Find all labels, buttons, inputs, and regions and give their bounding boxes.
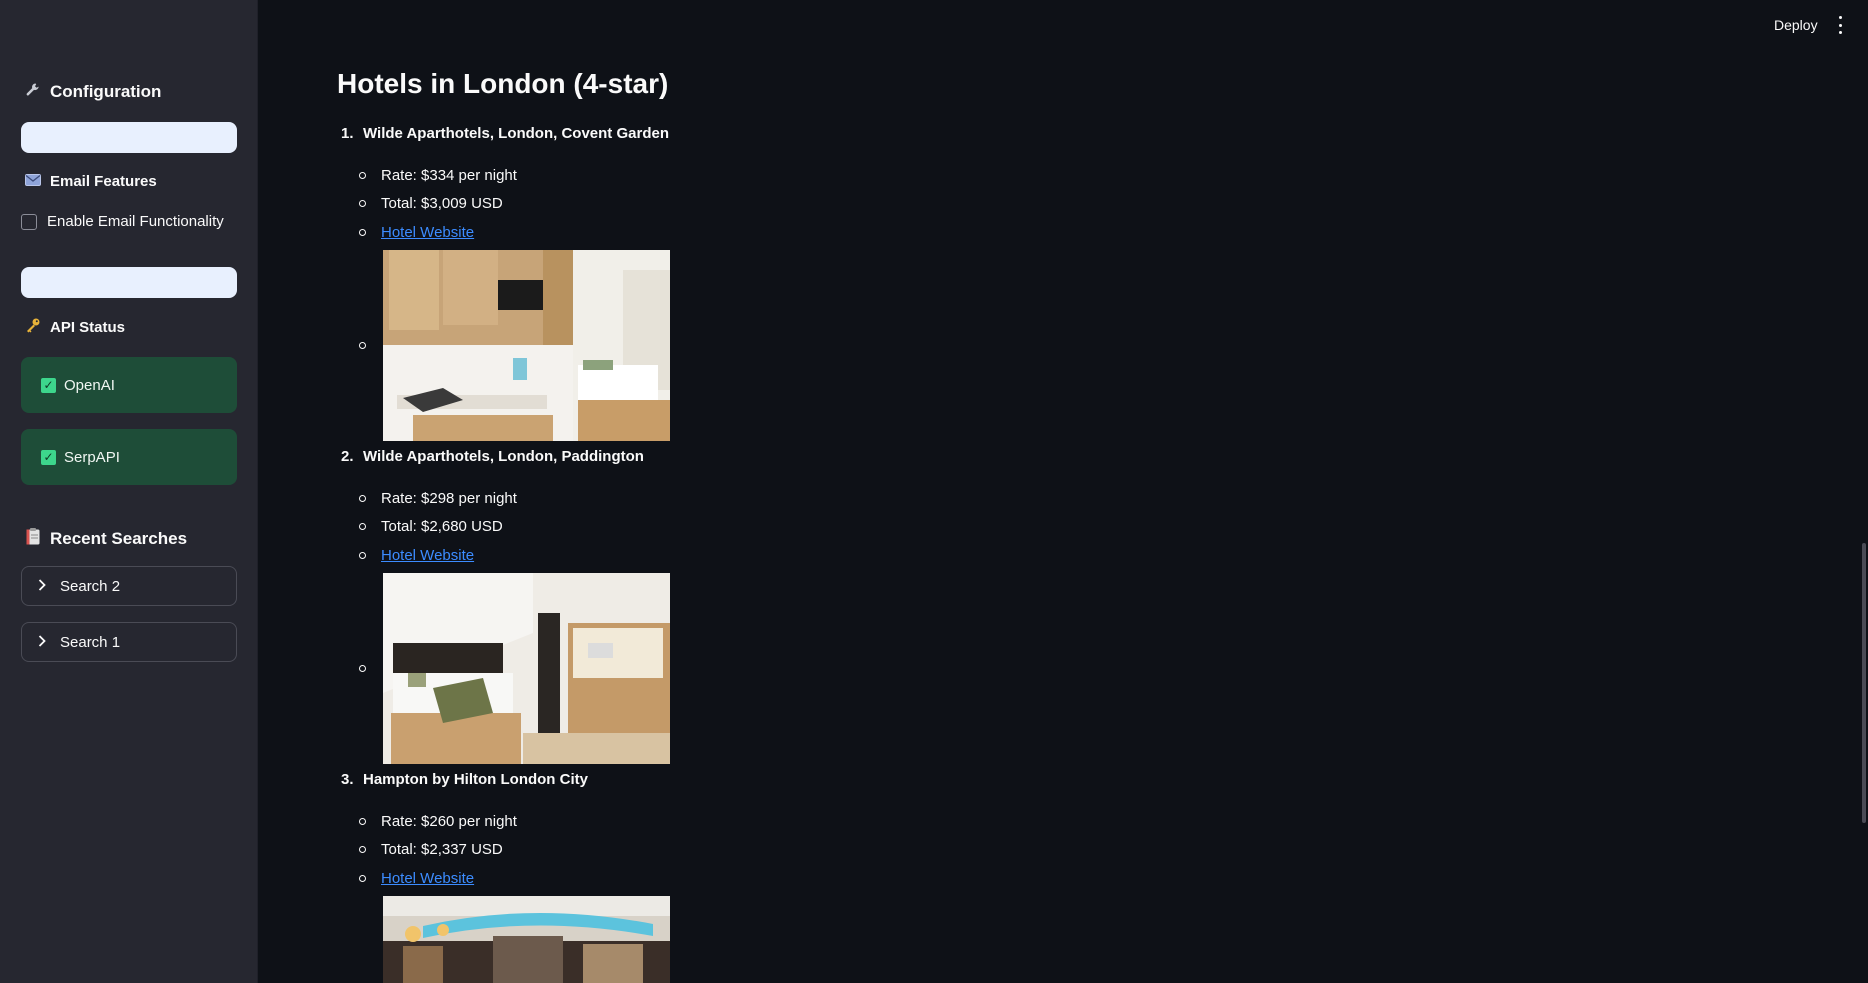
hotel-website-link[interactable]: Hotel Website (381, 547, 474, 564)
hotel-website-item: Hotel Website (359, 224, 474, 241)
page-title: Hotels in London (4-star) (337, 68, 669, 99)
deploy-button[interactable]: Deploy (1774, 17, 1818, 33)
hotel-website-link[interactable]: Hotel Website (381, 870, 474, 887)
configuration-title: Configuration (50, 82, 162, 101)
hotel-total: Total: $2,680 USD (359, 518, 503, 535)
bullet (359, 665, 366, 672)
check-box-icon: ✓ (41, 449, 56, 465)
envelope-icon (24, 173, 42, 190)
sidebar: Configuration Email Features Enable Emai… (0, 0, 258, 983)
recent-searches-heading: Recent Searches (24, 528, 187, 549)
hotel-photo-1 (383, 250, 670, 441)
serpapi-status-box: ✓ SerpAPI (21, 429, 237, 485)
hotel-rate: Rate: $334 per night (359, 167, 517, 184)
hotel-photo-3 (383, 896, 670, 983)
hotel-rate: Rate: $298 per night (359, 490, 517, 507)
config-input-2[interactable] (21, 267, 237, 298)
openai-status-box: ✓ OpenAI (21, 357, 237, 413)
wrench-icon (24, 82, 42, 102)
hotel-website-link[interactable]: Hotel Website (381, 224, 474, 241)
email-features-title: Email Features (50, 173, 157, 190)
recent-search-label: Search 1 (60, 633, 121, 651)
hotel-website-item: Hotel Website (359, 547, 474, 564)
check-box-icon: ✓ (41, 377, 56, 393)
recent-search-expander-2[interactable]: Search 2 (21, 566, 237, 606)
openai-status-label: OpenAI (64, 376, 115, 394)
main-content: Hotels in London (4-star) 1. Wilde Apart… (337, 0, 1737, 983)
enable-email-checkbox[interactable] (21, 213, 37, 230)
chevron-right-icon (38, 578, 48, 594)
configuration-heading: Configuration (24, 82, 161, 102)
hotel-total: Total: $3,009 USD (359, 195, 503, 212)
hotel-rate: Rate: $260 per night (359, 813, 517, 830)
serpapi-status-label: SerpAPI (64, 448, 120, 466)
main-scrollbar[interactable] (1862, 543, 1866, 823)
enable-email-label: Enable Email Functionality (47, 213, 224, 230)
api-status-title: API Status (50, 318, 126, 336)
hotel-name-1: 1. Wilde Aparthotels, London, Covent Gar… (341, 125, 669, 142)
hotel-website-item: Hotel Website (359, 870, 474, 887)
hotel-total: Total: $2,337 USD (359, 841, 503, 858)
bullet (359, 342, 366, 349)
recent-search-label: Search 2 (60, 577, 121, 595)
app: Configuration Email Features Enable Emai… (0, 0, 1868, 983)
hotel-photo-2 (383, 573, 670, 764)
api-status-heading: API Status (24, 317, 125, 337)
key-icon (24, 317, 42, 337)
recent-search-expander-1[interactable]: Search 1 (21, 622, 237, 662)
email-features-heading: Email Features (24, 173, 157, 190)
chevron-right-icon (38, 634, 48, 650)
kebab-menu-icon[interactable] (1836, 16, 1844, 34)
config-input-1[interactable] (21, 122, 237, 153)
hotel-name-2: 2. Wilde Aparthotels, London, Paddington (341, 448, 644, 465)
clipboard-icon (24, 528, 42, 549)
recent-searches-title: Recent Searches (50, 528, 188, 548)
enable-email-checkbox-row[interactable]: Enable Email Functionality (21, 213, 224, 230)
hotel-name-3: 3. Hampton by Hilton London City (341, 771, 588, 788)
